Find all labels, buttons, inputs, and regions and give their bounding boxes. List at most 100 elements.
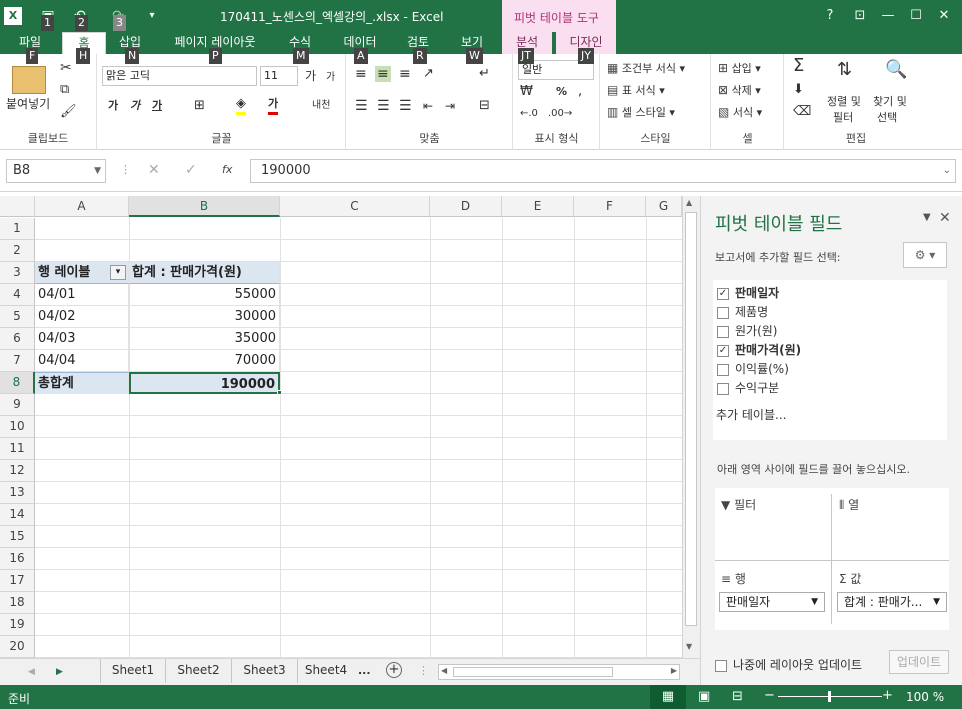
delete-cells-button[interactable]: ⊠ 삭제 ▾ <box>718 82 761 99</box>
align-top-icon[interactable]: ≡ <box>355 66 367 82</box>
column-header[interactable]: F <box>574 196 646 217</box>
pivot-grand-total-label[interactable]: 총합계 <box>35 372 129 394</box>
find-select-label-1[interactable]: 찾기 및 <box>873 94 907 110</box>
normal-view-icon[interactable]: ▦ <box>650 685 686 709</box>
insert-cells-button[interactable]: ⊞ 삽입 ▾ <box>718 60 761 77</box>
currency-icon[interactable]: ₩ <box>520 84 533 100</box>
page-break-view-icon[interactable]: ⊟ <box>732 689 743 704</box>
zoom-level[interactable]: 100 % <box>906 690 944 704</box>
more-sheets-indicator[interactable]: ... <box>358 663 371 679</box>
pivot-row-value[interactable]: 55000 <box>129 284 280 306</box>
font-shrink-button[interactable]: 가 <box>326 70 335 86</box>
field-item[interactable]: ✓ 판매가격(원) <box>717 341 801 358</box>
row-header[interactable]: 18 <box>0 592 35 614</box>
column-header[interactable]: A <box>35 196 129 217</box>
find-select-icon[interactable]: 🔍 <box>885 61 907 79</box>
font-name-select[interactable]: 맑은 고딕 <box>102 66 257 86</box>
row-header[interactable]: 2 <box>0 240 35 262</box>
scroll-right-icon[interactable]: ▶ <box>671 666 677 675</box>
cell-styles-button[interactable]: ▥ 셀 스타일 ▾ <box>607 104 675 121</box>
column-header[interactable]: E <box>502 196 574 217</box>
clear-icon[interactable]: ⌫ <box>793 104 811 120</box>
zoom-out-icon[interactable]: − <box>764 688 775 703</box>
zoom-in-icon[interactable]: + <box>882 688 893 703</box>
pivot-row-date[interactable]: 04/03 <box>35 328 129 350</box>
customize-qat-icon[interactable]: ▾ <box>142 6 162 26</box>
vertical-scrollbar[interactable]: ▲ ▼ <box>682 196 700 658</box>
name-box[interactable]: B8 ▼ <box>6 159 106 183</box>
paste-button[interactable]: 붙여넣기 <box>6 96 50 112</box>
checkbox-icon[interactable] <box>717 363 729 376</box>
row-header[interactable]: 7 <box>0 350 35 372</box>
minimize-button[interactable]: — <box>874 4 902 28</box>
field-item[interactable]: ✓ 판매일자 <box>717 284 779 301</box>
pivot-grand-total-value[interactable]: 190000 <box>129 372 280 394</box>
autosum-icon[interactable]: Σ <box>793 57 804 75</box>
decrease-decimal-icon[interactable]: .00→ <box>548 106 572 122</box>
name-box-dropdown-icon[interactable]: ▼ <box>94 160 101 182</box>
format-painter-icon[interactable]: 🖌 <box>60 104 77 120</box>
sheet-tab[interactable]: Sheet3 <box>232 659 298 683</box>
pivot-row-date[interactable]: 04/04 <box>35 350 129 372</box>
pivot-row-value[interactable]: 70000 <box>129 350 280 372</box>
row-header[interactable]: 8 <box>0 372 35 394</box>
row-header[interactable]: 14 <box>0 504 35 526</box>
row-header[interactable]: 5 <box>0 306 35 328</box>
defer-update-checkbox[interactable]: 나중에 레이아웃 업데이트 <box>715 656 862 673</box>
pivot-row-value[interactable]: 35000 <box>129 328 280 350</box>
align-middle-icon[interactable]: ≡ <box>375 66 391 82</box>
fill-icon[interactable]: ⬇ <box>793 82 804 98</box>
page-layout-view-icon[interactable]: ▣ <box>698 689 710 704</box>
border-icon[interactable]: ⊞ <box>194 98 205 114</box>
checkbox-icon[interactable] <box>715 659 727 672</box>
font-color-button[interactable]: 가 <box>268 96 279 115</box>
fill-color-icon[interactable]: ◈ <box>236 96 246 115</box>
field-item[interactable]: 이익률(%) <box>717 360 789 377</box>
increase-decimal-icon[interactable]: ←.0 <box>520 106 538 122</box>
worksheet-grid[interactable]: A B C D E F G 1 2 3 4 5 6 7 8 9 10 11 12… <box>0 196 682 658</box>
expand-formula-bar-icon[interactable]: ⌄ <box>943 160 951 182</box>
row-header[interactable]: 13 <box>0 482 35 504</box>
tab-splitter-icon[interactable]: ⋮ <box>418 663 429 679</box>
h-scroll-thumb[interactable] <box>453 667 613 677</box>
increase-indent-icon[interactable]: ⇥ <box>445 98 455 114</box>
pivot-row-value[interactable]: 30000 <box>129 306 280 328</box>
prev-sheet-icon[interactable]: ◀ <box>28 664 35 680</box>
checkbox-icon[interactable] <box>717 306 729 319</box>
cut-icon[interactable]: ✂ <box>60 60 72 76</box>
sort-filter-label-2[interactable]: 필터 <box>833 110 853 126</box>
align-bottom-icon[interactable]: ≡ <box>399 66 411 82</box>
percent-button[interactable]: % <box>556 84 567 100</box>
sort-filter-label-1[interactable]: 정렬 및 <box>827 94 861 110</box>
conditional-format-button[interactable]: ▦ 조건부 서식 ▾ <box>607 60 685 77</box>
row-header[interactable]: 20 <box>0 636 35 658</box>
pane-options-icon[interactable]: ▼ <box>923 212 931 223</box>
select-all-corner[interactable] <box>0 196 35 217</box>
pivot-row-label-header[interactable]: 행 레이블 ▾ <box>35 262 129 284</box>
horizontal-scrollbar[interactable]: ◀ ▶ <box>438 664 680 680</box>
wrap-text-icon[interactable]: ↵ <box>479 66 490 82</box>
copy-icon[interactable]: ⧉ <box>60 82 69 98</box>
next-sheet-icon[interactable]: ▶ <box>56 664 63 680</box>
checkbox-icon[interactable] <box>717 325 729 338</box>
new-sheet-icon[interactable]: + <box>386 662 402 678</box>
sheet-tab[interactable]: Sheet4 <box>298 659 354 683</box>
scroll-down-icon[interactable]: ▼ <box>686 642 692 651</box>
row-header[interactable]: 6 <box>0 328 35 350</box>
pane-close-icon[interactable]: ✕ <box>939 210 951 226</box>
merge-center-icon[interactable]: ⊟ <box>479 98 490 114</box>
underline-button[interactable]: 가 <box>152 98 162 114</box>
font-size-select[interactable]: 11 <box>260 66 298 86</box>
scroll-left-icon[interactable]: ◀ <box>441 666 447 675</box>
italic-button[interactable]: 가 <box>130 98 140 114</box>
align-left-icon[interactable]: ☰ <box>355 98 368 114</box>
sort-filter-icon[interactable]: ⇅ <box>837 61 852 79</box>
bold-button[interactable]: 가 <box>108 98 118 114</box>
row-filter-dropdown-icon[interactable]: ▾ <box>110 265 126 280</box>
close-button[interactable]: ✕ <box>930 4 958 28</box>
row-header[interactable]: 11 <box>0 438 35 460</box>
ribbon-display-options-icon[interactable]: ⊡ <box>846 4 874 28</box>
comma-style-icon[interactable]: , <box>578 84 582 100</box>
paste-icon[interactable] <box>12 66 46 94</box>
column-header[interactable]: B <box>129 196 280 217</box>
